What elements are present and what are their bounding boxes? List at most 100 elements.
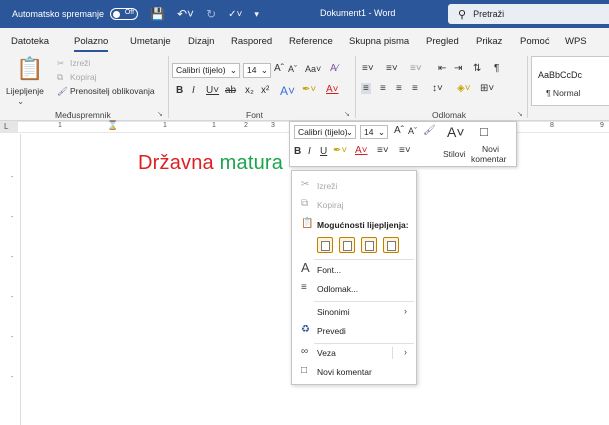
strikethrough-icon[interactable]: ab [225,85,236,96]
font-size-select[interactable]: 14 ⌄ [243,63,271,78]
font-color-icon[interactable]: A˅ [355,145,368,156]
clear-formatting-icon[interactable]: A∕ [330,63,338,74]
underline-icon[interactable]: U [320,146,327,157]
new-comment-label-2[interactable]: komentar [471,154,506,164]
format-painter-label[interactable]: Prenositelj oblikovanja [70,86,155,96]
numbering-icon[interactable]: ≡˅ [386,63,398,74]
paste-picture-icon[interactable] [361,237,377,253]
new-comment-label-1[interactable]: Novi [482,144,499,154]
undo-icon[interactable]: ↶˅ [177,7,194,21]
tab-home[interactable]: Polazno [74,36,109,52]
menu-item-copy[interactable]: ⧉ Kopiraj [292,197,416,213]
menu-item-label: Izreži [317,181,338,191]
ruler-tick: - [11,374,14,381]
align-left-icon[interactable]: ≡ [361,83,371,94]
clipboard-group-label: Međuspremnik [55,110,111,120]
menu-item-paragraph[interactable]: ≡ Odlomak... [292,281,416,297]
change-case-icon[interactable]: Aa˅ [305,64,321,74]
shrink-font-icon[interactable]: Aˇ [408,126,417,136]
superscript-icon[interactable]: x² [261,85,269,96]
autosave-toggle[interactable]: Off [110,8,139,20]
format-painter-icon[interactable]: 🖌 [423,125,436,136]
ruler-number: 1 [212,122,216,129]
document-word-green[interactable]: matura [220,152,283,174]
tab-insert[interactable]: Umetanje [130,36,171,47]
save-icon[interactable]: 💾 [150,7,165,21]
tab-help[interactable]: Pomoć [520,36,550,47]
ruler-number: 3 [271,122,275,129]
bullets-icon[interactable]: ≡˅ [362,63,374,74]
mini-font-size-select[interactable]: 14 ⌄ [360,125,388,139]
align-right-icon[interactable]: ≡ [396,83,402,94]
paste-icon[interactable]: 📋 [16,56,43,82]
bold-icon[interactable]: B [294,146,301,157]
line-spacing-icon[interactable]: ↕˅ [432,83,443,94]
multilevel-list-icon[interactable]: ≡˅ [410,63,422,74]
paste-keep-source-icon[interactable] [317,237,333,253]
cut-label[interactable]: Izreži [70,58,90,68]
styles-icon[interactable]: A˅ [447,124,465,140]
sort-icon[interactable]: ⇅ [473,63,481,74]
paste-text-only-icon[interactable] [383,237,399,253]
tab-file[interactable]: Datoteka [11,36,49,47]
vertical-ruler[interactable]: - - - - - - [10,134,21,425]
redo-icon[interactable]: ↻ [206,7,216,21]
borders-icon[interactable]: ⊞˅ [480,83,494,94]
customize-icon[interactable]: ✓˅ [228,9,242,20]
font-size-value: 14 [247,65,257,75]
document-body-text[interactable]: Državna matura [138,152,283,175]
decrease-indent-icon[interactable]: ⇤ [438,63,446,74]
chevron-right-icon[interactable]: › [404,347,407,357]
mini-font-name-select[interactable]: Calibri (tijelo) ⌄ [294,125,356,139]
tab-selector-icon[interactable]: L [4,122,8,131]
document-word-red[interactable]: Državna [138,152,214,174]
menu-item-new-comment[interactable]: □ Novi komentar [292,364,416,380]
grow-font-icon[interactable]: Aˆ [274,63,284,74]
tab-review[interactable]: Pregled [426,36,459,47]
tab-wps[interactable]: WPS [565,36,587,47]
tab-view[interactable]: Prikaz [476,36,502,47]
highlight-icon[interactable]: ✒˅ [333,145,347,156]
paste-dropdown-icon[interactable]: ⌄ [17,96,24,107]
autosave-label: Automatsko spremanje [12,9,105,19]
copy-label[interactable]: Kopiraj [70,72,96,82]
increase-indent-icon[interactable]: ⇥ [454,63,462,74]
styles-label[interactable]: Stilovi [443,149,466,159]
clipboard-launcher-icon[interactable]: ↘ [157,110,163,118]
subscript-icon[interactable]: x₂ [245,85,254,96]
new-comment-icon[interactable]: □ [480,124,488,139]
font-launcher-icon[interactable]: ↘ [344,110,350,118]
qat-more-icon[interactable]: ▾ [254,9,259,20]
highlight-icon[interactable]: ✒˅ [302,84,316,95]
search-box[interactable]: ⚲ Pretraži [448,4,609,24]
justify-icon[interactable]: ≡ [412,83,418,94]
menu-item-cut[interactable]: ✂ Izreži [292,178,416,194]
paragraph-launcher-icon[interactable]: ↘ [517,110,523,118]
menu-item-font[interactable]: A Font... [292,260,416,278]
grow-font-icon[interactable]: Aˆ [394,125,404,136]
menu-item-translate[interactable]: ♻ Prevedi [292,323,416,339]
bullets-icon[interactable]: ≡˅ [377,145,389,156]
tab-references[interactable]: Reference [289,36,333,47]
font-color-icon[interactable]: A˅ [326,84,339,95]
shrink-font-icon[interactable]: Aˇ [288,64,297,74]
tab-layout[interactable]: Raspored [231,36,272,47]
paste-merge-icon[interactable] [339,237,355,253]
font-name-select[interactable]: Calibri (tijelo) ⌄ [172,63,240,78]
italic-icon[interactable]: I [192,85,195,96]
menu-item-link[interactable]: ∞ Veza › [292,345,416,361]
indent-marker-icon[interactable]: ⌛ [107,120,118,131]
align-center-icon[interactable]: ≡ [380,83,386,94]
style-normal[interactable]: AaBbCcDc ¶ Normal [531,56,609,106]
paste-label[interactable]: Lijepljenje [6,86,44,96]
pilcrow-icon[interactable]: ¶ [494,63,499,74]
tab-mailings[interactable]: Skupna pisma [349,36,409,47]
menu-item-synonyms[interactable]: Sinonimi › [292,304,416,320]
italic-icon[interactable]: I [308,146,311,157]
tab-design[interactable]: Dizajn [188,36,214,47]
numbering-icon[interactable]: ≡˅ [399,145,411,156]
bold-icon[interactable]: B [176,85,183,96]
text-effects-icon[interactable]: A˅ [280,84,295,98]
underline-icon[interactable]: U˅ [206,85,219,96]
shading-icon[interactable]: ◈˅ [457,83,471,94]
